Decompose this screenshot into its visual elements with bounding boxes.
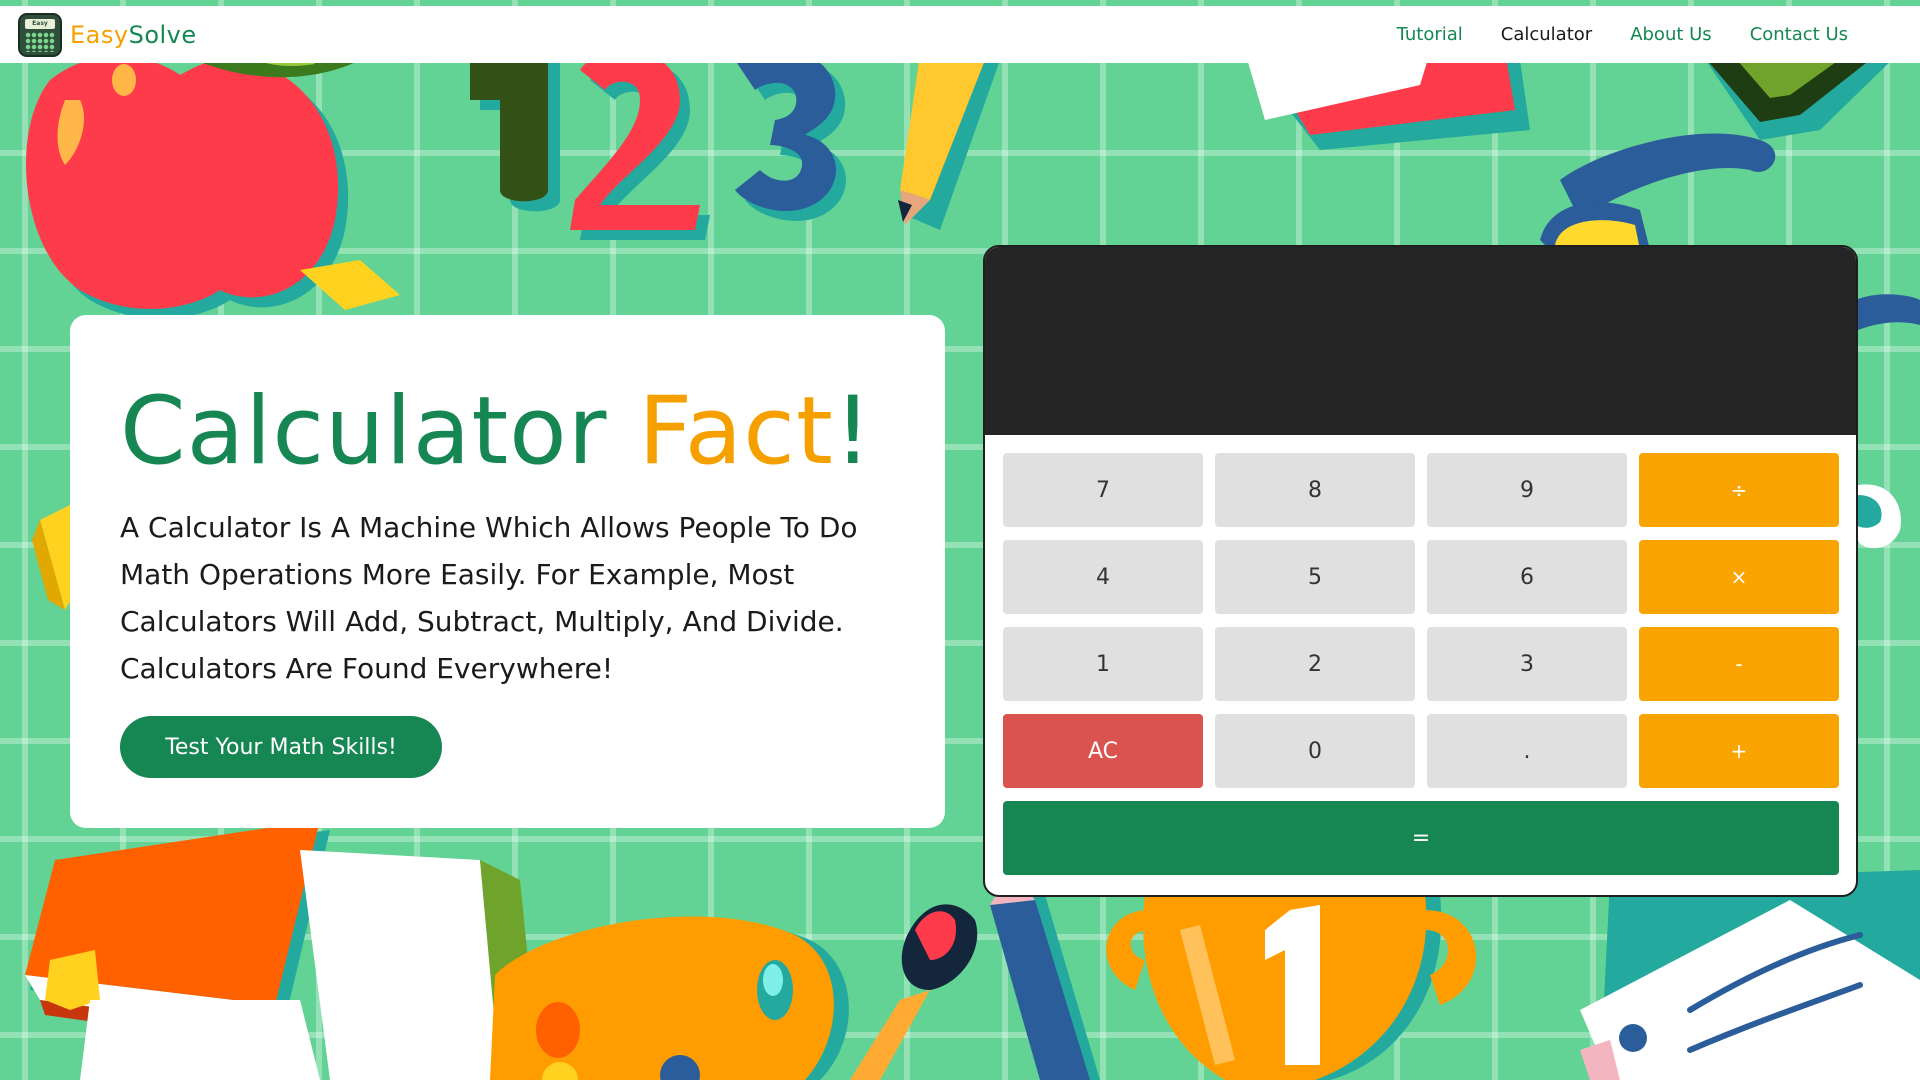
key-9[interactable]: 9 xyxy=(1427,453,1627,527)
fact-description: A Calculator Is A Machine Which Allows P… xyxy=(120,510,858,685)
key-4[interactable]: 4 xyxy=(1003,540,1203,614)
key-0[interactable]: 0 xyxy=(1215,714,1415,788)
trophy-illustration xyxy=(1106,895,1477,1080)
nav-link-tutorial[interactable]: Tutorial xyxy=(1397,24,1463,45)
page: Easy Solve EasySolve Tutorial Calculator… xyxy=(0,0,1920,1080)
key-divide[interactable]: ÷ xyxy=(1639,453,1839,527)
key-7[interactable]: 7 xyxy=(1003,453,1203,527)
glasses-illustration xyxy=(1540,133,1776,250)
calculator-logo-icon: Easy Solve xyxy=(18,12,62,57)
title-calculator: Calculator xyxy=(120,377,608,486)
frame-illustration xyxy=(1700,52,1900,140)
nav-link-contact-us[interactable]: Contact Us xyxy=(1750,24,1848,45)
key-equals[interactable]: = xyxy=(1003,801,1839,875)
key-all-clear[interactable]: AC xyxy=(1003,714,1203,788)
key-6[interactable]: 6 xyxy=(1427,540,1627,614)
book-illustration xyxy=(25,820,540,1080)
number-three-illustration xyxy=(735,48,846,221)
key-8[interactable]: 8 xyxy=(1215,453,1415,527)
logo-screen: Easy Solve xyxy=(25,18,55,37)
paint-palette-illustration xyxy=(490,916,849,1080)
document-illustration xyxy=(1580,870,1920,1080)
calculator-fact-card: Calculator Fact! A Calculator Is A Machi… xyxy=(70,315,945,828)
key-1[interactable]: 1 xyxy=(1003,627,1203,701)
brand-name: EasySolve xyxy=(70,21,197,49)
title-exclamation: ! xyxy=(833,377,873,486)
top-navbar: Easy Solve EasySolve Tutorial Calculator… xyxy=(0,6,1920,63)
logo-keys xyxy=(25,31,55,52)
calculator-display xyxy=(985,247,1856,435)
blue-pencil-illustration xyxy=(990,870,1100,1080)
nav-link-calculator[interactable]: Calculator xyxy=(1501,24,1592,45)
nav-links: Tutorial Calculator About Us Contact Us xyxy=(1359,24,1848,45)
calculator-keypad: 7 8 9 ÷ 4 5 6 × 1 2 3 - AC 0 . + = xyxy=(1003,453,1839,875)
number-two-illustration xyxy=(570,50,710,240)
key-decimal[interactable]: . xyxy=(1427,714,1627,788)
pencil-illustration xyxy=(898,55,1000,230)
key-5[interactable]: 5 xyxy=(1215,540,1415,614)
nav-link-about-us[interactable]: About Us xyxy=(1630,24,1712,45)
notebook-illustration xyxy=(1245,52,1530,150)
brand[interactable]: Easy Solve EasySolve xyxy=(18,12,197,57)
page-title: Calculator Fact! xyxy=(120,382,895,482)
number-one-illustration xyxy=(470,52,560,212)
key-2[interactable]: 2 xyxy=(1215,627,1415,701)
paintbrush-illustration xyxy=(850,904,978,1080)
calculator: 7 8 9 ÷ 4 5 6 × 1 2 3 - AC 0 . + = xyxy=(983,245,1858,897)
test-math-skills-button[interactable]: Test Your Math Skills! xyxy=(120,716,442,778)
key-multiply[interactable]: × xyxy=(1639,540,1839,614)
key-subtract[interactable]: - xyxy=(1639,627,1839,701)
brand-name-solve: Solve xyxy=(128,20,197,49)
title-fact: Fact xyxy=(638,377,834,486)
key-add[interactable]: + xyxy=(1639,714,1839,788)
brand-name-easy: Easy xyxy=(70,20,129,49)
key-3[interactable]: 3 xyxy=(1427,627,1627,701)
